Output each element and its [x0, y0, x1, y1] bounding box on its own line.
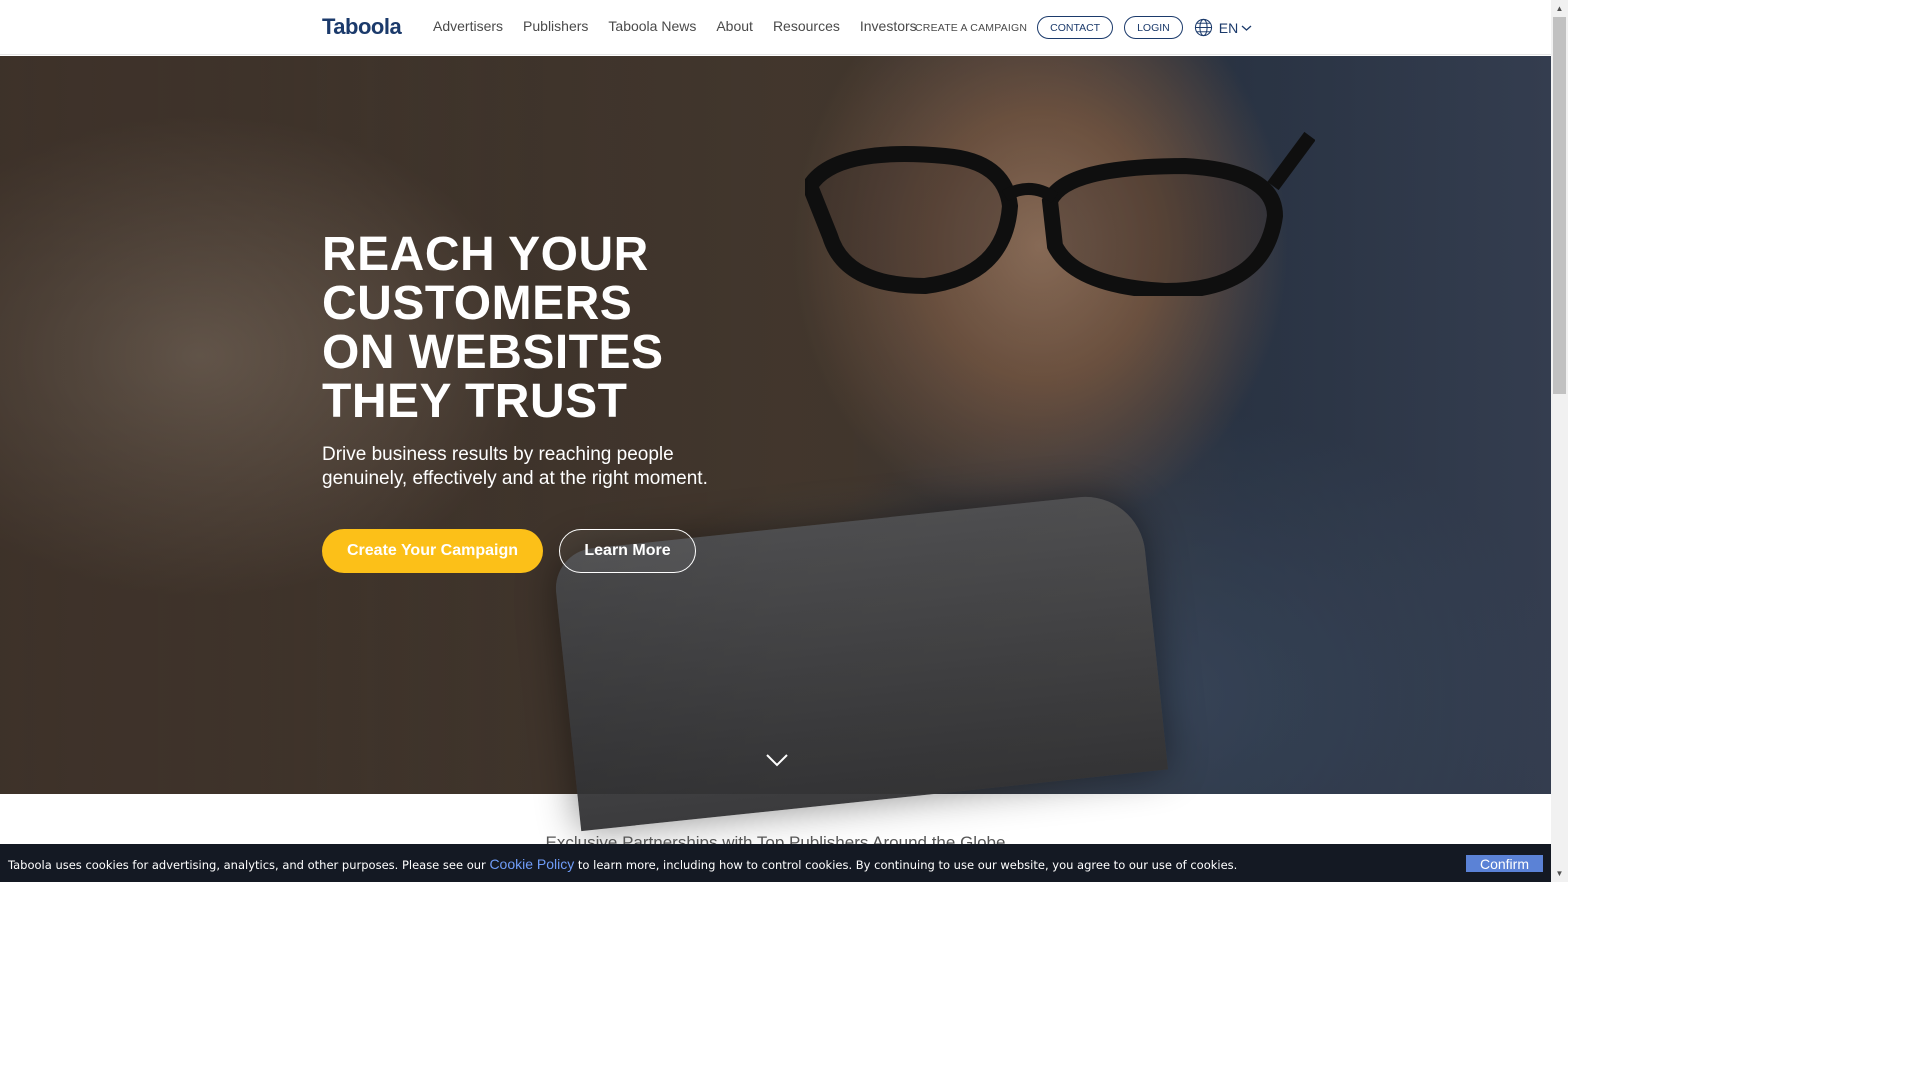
site-header: Taboola Advertisers Publishers Taboola N…: [0, 0, 1551, 55]
cookie-policy-link[interactable]: Cookie Policy: [489, 856, 574, 872]
nav-about[interactable]: About: [716, 18, 753, 34]
hero-title-line: REACH YOUR: [322, 228, 649, 281]
cookie-confirm-button[interactable]: Confirm: [1466, 855, 1543, 872]
header-actions: CREATE A CAMPAIGN CONTACT LOGIN EN: [915, 16, 1258, 39]
cookie-message: Taboola uses cookies for advertising, an…: [8, 856, 1237, 872]
language-selector[interactable]: EN: [1194, 18, 1258, 37]
nav-publishers[interactable]: Publishers: [523, 18, 588, 34]
create-your-campaign-button[interactable]: Create Your Campaign: [322, 529, 543, 573]
language-label: EN: [1218, 19, 1239, 36]
contact-button[interactable]: CONTACT: [1037, 16, 1114, 39]
cookie-text-after: to learn more, including how to control …: [574, 858, 1238, 872]
nav-taboola-news[interactable]: Taboola News: [608, 18, 696, 34]
nav-advertisers[interactable]: Advertisers: [433, 18, 503, 34]
taboola-logo[interactable]: Taboola: [322, 14, 402, 40]
learn-more-button[interactable]: Learn More: [559, 529, 696, 573]
hero-subtitle: Drive business results by reaching peopl…: [322, 444, 708, 489]
cookie-banner: Taboola uses cookies for advertising, an…: [0, 844, 1551, 882]
hero-title-line: CUSTOMERS: [322, 277, 633, 330]
scroll-down-arrow-icon[interactable]: ▼: [1551, 865, 1568, 882]
hero-title-line: ON WEBSITES: [322, 326, 664, 379]
nav-resources[interactable]: Resources: [773, 18, 840, 34]
chevron-down-icon: [1241, 25, 1252, 31]
cookie-text-before: Taboola uses cookies for advertising, an…: [8, 858, 490, 872]
scroll-down-chevron-icon[interactable]: [765, 752, 789, 768]
page-scrollbar[interactable]: ▲ ▼: [1551, 0, 1568, 882]
create-campaign-link[interactable]: CREATE A CAMPAIGN: [915, 22, 1027, 34]
scroll-up-arrow-icon[interactable]: ▲: [1551, 0, 1568, 17]
globe-icon: [1194, 18, 1212, 37]
main-nav: Advertisers Publishers Taboola News Abou…: [433, 18, 937, 34]
scrollbar-thumb[interactable]: [1553, 17, 1566, 394]
nav-investors[interactable]: Investors: [860, 18, 917, 34]
hero-title: REACH YOUR CUSTOMERS ON WEBSITES THEY TR…: [322, 230, 842, 426]
page: Taboola Advertisers Publishers Taboola N…: [0, 0, 1568, 882]
login-button[interactable]: LOGIN: [1124, 16, 1183, 39]
hero-title-line: THEY TRUST: [322, 375, 628, 428]
